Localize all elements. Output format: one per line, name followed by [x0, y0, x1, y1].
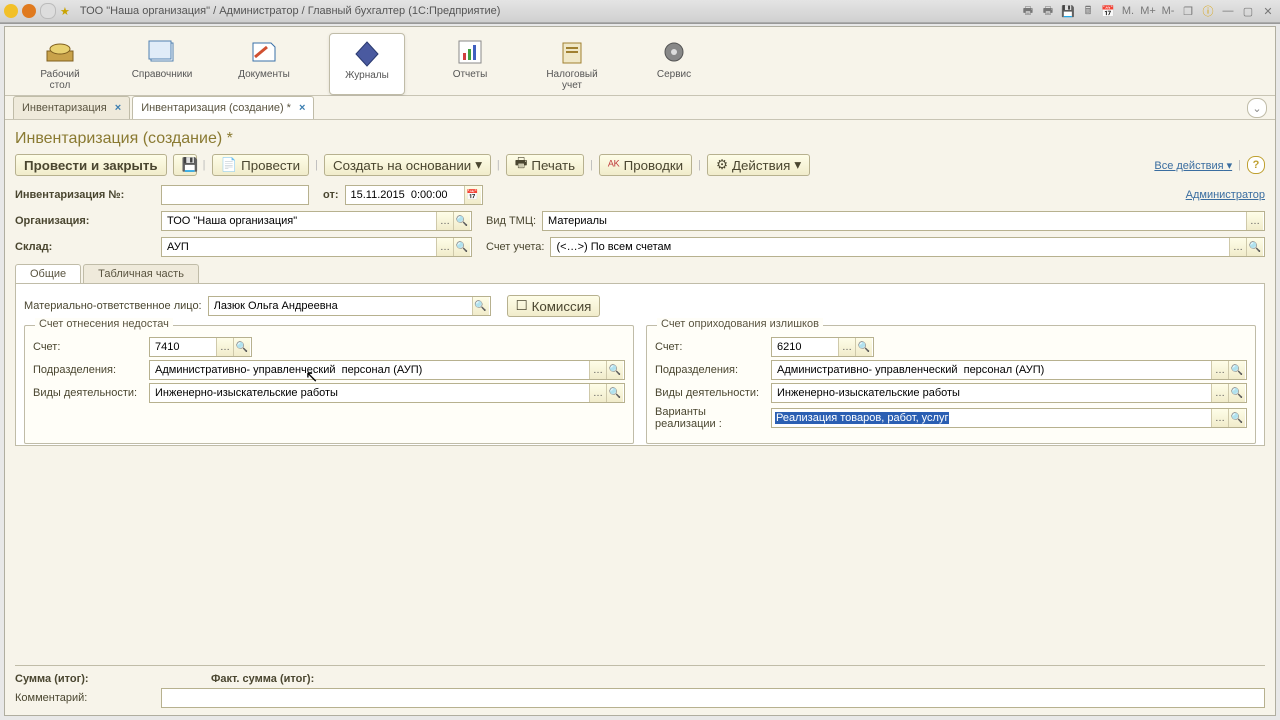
surplus-act-field[interactable]: …🔍: [771, 383, 1247, 403]
sum-label: Сумма (итог):: [15, 673, 205, 685]
num-field[interactable]: [161, 185, 309, 205]
group-shortage: Счет отнесения недостач Счет:…🔍 Подразде…: [24, 325, 634, 444]
favorite-icon[interactable]: ★: [60, 5, 70, 18]
maximize-icon[interactable]: ▢: [1240, 3, 1256, 19]
search-icon[interactable]: 🔍: [453, 212, 470, 230]
subtab-general[interactable]: Общие: [15, 264, 81, 283]
tab-inventory-create[interactable]: Инвентаризация (создание) *×: [132, 96, 314, 119]
info-icon[interactable]: ⓘ: [1200, 3, 1216, 19]
nav-service[interactable]: Сервис: [637, 33, 711, 95]
minimize-icon[interactable]: —: [1220, 3, 1236, 19]
num-label: Инвентаризация №:: [15, 189, 155, 201]
org-label: Организация:: [15, 215, 155, 227]
entries-button[interactable]: ᴬᴷ Проводки: [599, 154, 692, 176]
commission-button[interactable]: ☐ Комиссия: [507, 295, 601, 317]
acct-label: Счет учета:: [486, 241, 544, 253]
back-icon[interactable]: [22, 4, 36, 18]
calendar-icon[interactable]: 📅: [464, 186, 481, 204]
surplus-real-field[interactable]: Реализация товаров, работ, услуг…🔍: [771, 408, 1247, 428]
search-icon[interactable]: 🔍: [453, 238, 470, 256]
date-label: от:: [323, 189, 339, 201]
all-actions-link[interactable]: Все действия ▾: [1154, 159, 1232, 172]
print-preview-icon[interactable]: 🖶: [1040, 3, 1056, 19]
nav-journals[interactable]: Журналы: [329, 33, 405, 95]
post-button[interactable]: 📄 Провести: [212, 154, 310, 176]
save-button[interactable]: 💾: [173, 154, 197, 176]
actions-button[interactable]: ⚙ Действия ▾: [707, 154, 810, 176]
select-icon[interactable]: …: [1229, 238, 1246, 256]
fact-label: Факт. сумма (итог):: [211, 673, 314, 685]
mem-mplus[interactable]: М+: [1140, 3, 1156, 19]
shortage-dept-field[interactable]: …🔍: [149, 360, 625, 380]
nav-desktop[interactable]: Рабочий стол: [23, 33, 97, 95]
sklad-label: Склад:: [15, 241, 155, 253]
page-title: Инвентаризация (создание) *: [15, 130, 1265, 148]
tab-close-icon[interactable]: ×: [115, 102, 121, 114]
forward-icon[interactable]: [40, 3, 56, 19]
nav-tax[interactable]: Налоговый учет: [535, 33, 609, 95]
mol-field[interactable]: 🔍: [208, 296, 491, 316]
nav-references[interactable]: Справочники: [125, 33, 199, 95]
acct-field[interactable]: …🔍: [550, 237, 1265, 257]
comment-field[interactable]: [161, 688, 1265, 708]
tmc-label: Вид ТМЦ:: [486, 215, 536, 227]
logo-icon: [4, 4, 18, 18]
date-field[interactable]: 📅: [345, 185, 483, 205]
comment-label: Комментарий:: [15, 692, 155, 704]
nav-reports[interactable]: Отчеты: [433, 33, 507, 95]
close-icon[interactable]: ✕: [1260, 3, 1276, 19]
org-field[interactable]: …🔍: [161, 211, 472, 231]
main-toolbar: Рабочий стол Справочники Документы Журна…: [5, 27, 1275, 96]
mem-mminus[interactable]: М-: [1160, 3, 1176, 19]
mem-m[interactable]: М.: [1120, 3, 1136, 19]
select-icon[interactable]: …: [436, 238, 453, 256]
calc-icon[interactable]: 🖩: [1080, 3, 1096, 19]
group-surplus-title: Счет оприходования излишков: [657, 318, 823, 330]
sklad-field[interactable]: …🔍: [161, 237, 472, 257]
help-icon[interactable]: ?: [1247, 156, 1265, 174]
save-icon[interactable]: 💾: [1060, 3, 1076, 19]
post-and-close-button[interactable]: Провести и закрыть: [15, 154, 167, 176]
surplus-acct-field[interactable]: …🔍: [771, 337, 874, 357]
shortage-acct-field[interactable]: …🔍: [149, 337, 252, 357]
print-icon[interactable]: 🖶: [1020, 3, 1036, 19]
select-icon[interactable]: …: [1246, 212, 1263, 230]
group-surplus: Счет оприходования излишков Счет:…🔍 Подр…: [646, 325, 1256, 444]
user-link[interactable]: Администратор: [1186, 189, 1265, 201]
tab-inventory[interactable]: Инвентаризация×: [13, 96, 130, 119]
window-title: ТОО "Наша организация" / Администратор /…: [74, 5, 1016, 17]
print-button[interactable]: 🖶 Печать: [506, 154, 584, 176]
group-shortage-title: Счет отнесения недостач: [35, 318, 173, 330]
tmc-field[interactable]: …: [542, 211, 1265, 231]
tab-close-icon[interactable]: ×: [299, 102, 305, 114]
subtab-table[interactable]: Табличная часть: [83, 264, 199, 283]
nav-documents[interactable]: Документы: [227, 33, 301, 95]
windows-icon[interactable]: ❐: [1180, 3, 1196, 19]
select-icon[interactable]: …: [436, 212, 453, 230]
tabs-menu-icon[interactable]: ⌄: [1247, 98, 1267, 118]
calendar-icon[interactable]: 📅: [1100, 3, 1116, 19]
search-icon[interactable]: 🔍: [1246, 238, 1263, 256]
search-icon[interactable]: 🔍: [472, 297, 489, 315]
shortage-act-field[interactable]: …🔍: [149, 383, 625, 403]
surplus-dept-field[interactable]: …🔍: [771, 360, 1247, 380]
mol-label: Материально-ответственное лицо:: [24, 300, 202, 312]
create-based-button[interactable]: Создать на основании ▾: [324, 154, 491, 176]
